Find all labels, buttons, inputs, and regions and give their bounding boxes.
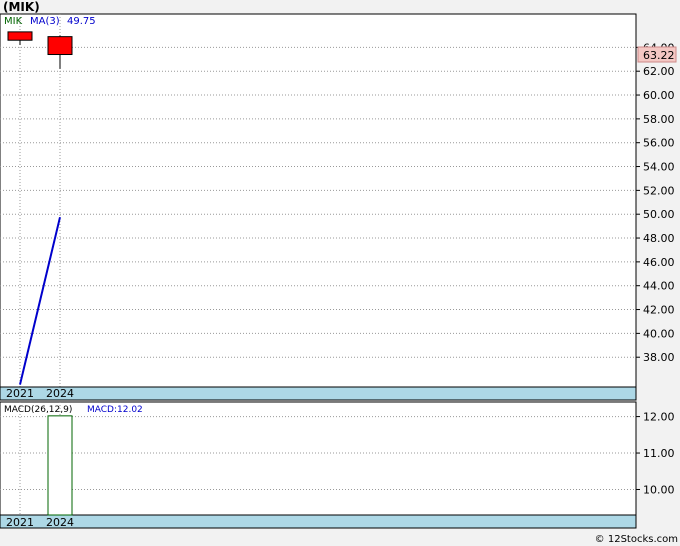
candle-body bbox=[7, 31, 33, 41]
macd-x-label: 2024 bbox=[46, 516, 74, 529]
chart-canvas: 38.00 40.00 42.00 44.00 46.00 48.00 50.00 52.00… bbox=[0, 13, 677, 529]
price-panel bbox=[0, 13, 637, 401]
price-tick-label: 62.00 bbox=[643, 65, 675, 78]
macd-tick-label: 10.00 bbox=[643, 483, 675, 496]
candle-body bbox=[47, 36, 73, 56]
price-tick-label: 58.00 bbox=[643, 113, 675, 126]
macd-y-ticks: 10.00 11.00 12.00 bbox=[636, 411, 675, 496]
macd-x-label: 2021 bbox=[6, 516, 34, 529]
macd-tick-label: 12.00 bbox=[643, 411, 675, 424]
price-tick-label: 48.00 bbox=[643, 232, 675, 245]
macd-legend-value: MACD:12.02 bbox=[87, 405, 143, 415]
footer-credit: © 12Stocks.com bbox=[594, 534, 678, 545]
last-price-value: 63.22 bbox=[643, 49, 675, 62]
macd-marks bbox=[47, 415, 73, 516]
price-tick-label: 56.00 bbox=[643, 137, 675, 150]
price-tick-label: 54.00 bbox=[643, 161, 675, 174]
legend-ticker: MIK bbox=[4, 16, 23, 27]
price-tick-label: 44.00 bbox=[643, 280, 675, 293]
price-y-ticks: 38.00 40.00 42.00 44.00 46.00 48.00 50.00 52.00… bbox=[636, 41, 675, 364]
legend-ma-label: MA(3) bbox=[30, 16, 60, 27]
price-tick-label: 46.00 bbox=[643, 256, 675, 269]
price-x-axis-band bbox=[0, 386, 637, 401]
last-price-tag: 63.22 bbox=[637, 46, 677, 63]
macd-x-axis-band bbox=[0, 514, 637, 529]
price-tick-label: 40.00 bbox=[643, 327, 675, 340]
macd-bar bbox=[47, 415, 73, 516]
price-x-label: 2024 bbox=[46, 387, 74, 400]
macd-panel bbox=[0, 401, 637, 529]
macd-tick-label: 11.00 bbox=[643, 447, 675, 460]
legend-ma-value: 49.75 bbox=[67, 16, 96, 27]
price-tick-label: 50.00 bbox=[643, 208, 675, 221]
price-tick-label: 42.00 bbox=[643, 304, 675, 317]
price-tick-label: 52.00 bbox=[643, 184, 675, 197]
price-x-label: 2021 bbox=[6, 387, 34, 400]
price-legend: MIK MA(3) 49.75 bbox=[4, 16, 96, 27]
price-tick-label: 38.00 bbox=[643, 351, 675, 364]
price-tick-label: 60.00 bbox=[643, 89, 675, 102]
macd-legend-label: MACD(26,12,9) bbox=[4, 405, 72, 415]
